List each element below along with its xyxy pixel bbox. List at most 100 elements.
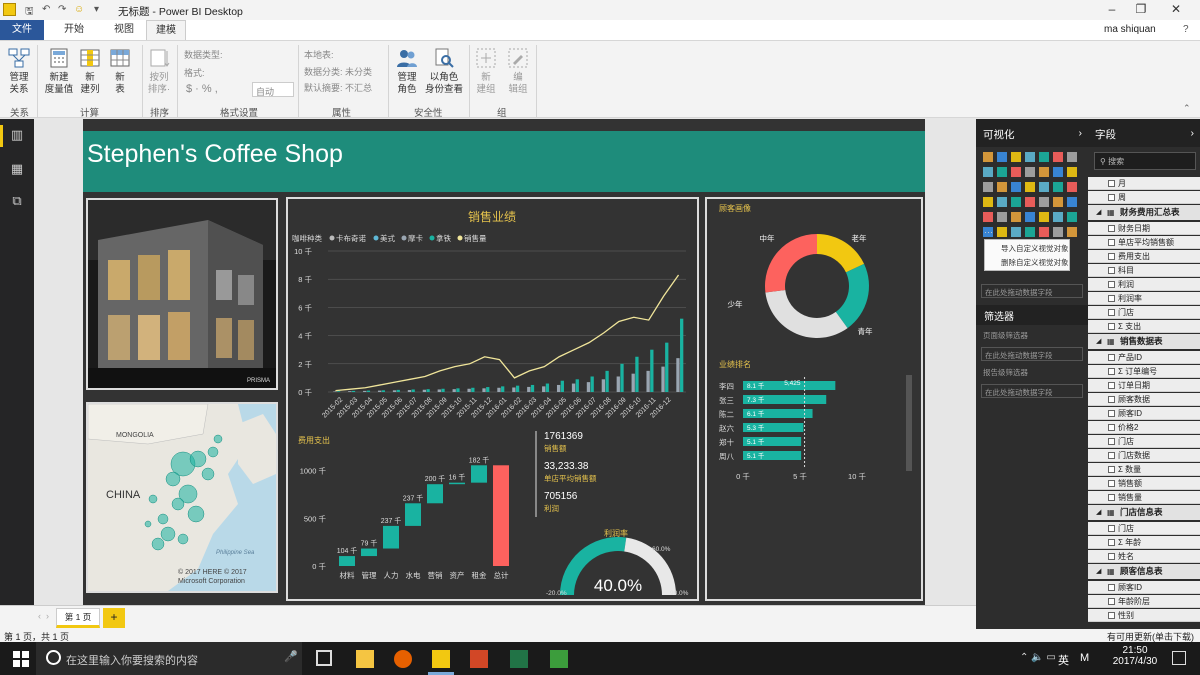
field-item-13[interactable]: Σ 订单编号 xyxy=(1088,365,1200,378)
relationships-view-icon[interactable]: ⧉ xyxy=(8,193,26,209)
data-category-label[interactable]: 数据分类: 未分类 xyxy=(304,65,372,78)
viz-type-icon[interactable] xyxy=(1011,182,1021,192)
viz-type-icon[interactable] xyxy=(1039,197,1049,207)
viz-type-icon[interactable] xyxy=(1025,152,1035,162)
powerpoint-icon[interactable] xyxy=(470,650,488,668)
green-app-icon[interactable] xyxy=(550,650,568,668)
viz-type-icon[interactable] xyxy=(1067,152,1077,162)
sales-panel[interactable]: 销售业绩 咖啡种类 卡布奇诺 美式 摩卡 拿铁 销售量 0 千 2 千 4 千 6 千 8 千 10 千… xyxy=(286,197,699,601)
viz-type-icon[interactable] xyxy=(1011,212,1021,222)
field-table-23[interactable]: ◢ ▦ 门店信息表 xyxy=(1088,505,1200,520)
new-column-button[interactable]: 新建列 xyxy=(78,47,102,96)
fields-pane-header[interactable]: 字段 › xyxy=(1088,119,1200,147)
decimal-auto-field[interactable]: 自动 xyxy=(252,82,294,97)
field-item-12[interactable]: 产品ID xyxy=(1088,351,1200,364)
viz-type-icon[interactable] xyxy=(1011,167,1021,177)
field-item-24[interactable]: 门店 xyxy=(1088,522,1200,535)
field-item-16[interactable]: 顾客ID xyxy=(1088,407,1200,420)
viz-type-icon[interactable] xyxy=(1067,197,1077,207)
viz-type-icon[interactable] xyxy=(997,197,1007,207)
prev-page-icon[interactable]: ‹ xyxy=(38,611,41,621)
sort-by-column-button[interactable]: 按列 排序· xyxy=(146,47,172,96)
field-item-18[interactable]: 门店 xyxy=(1088,435,1200,448)
viz-type-icon[interactable] xyxy=(997,152,1007,162)
field-item-21[interactable]: 销售额 xyxy=(1088,477,1200,490)
taskbar-search-box[interactable]: 在这里输入你要搜索的内容 🎤 xyxy=(36,642,302,675)
viz-type-icon[interactable] xyxy=(1039,212,1049,222)
tab-home[interactable]: 开始 xyxy=(54,20,94,40)
viz-type-icon[interactable] xyxy=(983,212,993,222)
field-table-2[interactable]: ◢ ▦ 财务费用汇总表 xyxy=(1088,205,1200,220)
edit-group-button[interactable]: 编辑组 xyxy=(506,47,530,96)
fields-search-input[interactable]: ⚲ 搜索 xyxy=(1094,152,1196,170)
report-view-icon[interactable]: ▥ xyxy=(8,127,26,143)
viz-type-icon[interactable] xyxy=(983,182,993,192)
save-icon[interactable]: 🖫 xyxy=(25,4,34,21)
field-item-10[interactable]: Σ 支出 xyxy=(1088,320,1200,333)
currency-percent-format[interactable]: $ · % , xyxy=(186,83,218,95)
viz-type-icon[interactable] xyxy=(997,182,1007,192)
viz-type-icon[interactable] xyxy=(997,212,1007,222)
field-item-29[interactable]: 年龄阶层 xyxy=(1088,595,1200,608)
field-table-11[interactable]: ◢ ▦ 销售数据表 xyxy=(1088,334,1200,349)
viz-type-icon[interactable] xyxy=(1025,167,1035,177)
field-item-15[interactable]: 顾客数据 xyxy=(1088,393,1200,406)
windows-start-icon[interactable] xyxy=(12,650,30,668)
default-summary-label[interactable]: 默认摘要: 不汇总 xyxy=(304,81,372,94)
format-label[interactable]: 格式: xyxy=(184,66,205,79)
viz-type-icon[interactable] xyxy=(1011,227,1021,237)
viz-type-icon[interactable] xyxy=(1025,212,1035,222)
action-center-icon[interactable] xyxy=(1172,651,1186,665)
viz-type-icon[interactable] xyxy=(1067,182,1077,192)
map-panel[interactable]: MONGOLIA CHINA Philippine Sea © 2017 HER… xyxy=(86,402,278,593)
viz-type-icon[interactable] xyxy=(983,152,993,162)
ime-icon[interactable]: M xyxy=(1080,652,1089,664)
viz-type-icon[interactable] xyxy=(1053,167,1063,177)
viz-pane-header[interactable]: 可视化 › xyxy=(976,119,1088,147)
field-item-9[interactable]: 门店 xyxy=(1088,306,1200,319)
field-item-7[interactable]: 利润 xyxy=(1088,278,1200,291)
viz-type-icon[interactable] xyxy=(1025,197,1035,207)
collapse-ribbon-icon[interactable]: ⌃ xyxy=(1183,103,1191,114)
field-item-3[interactable]: 财务日期 xyxy=(1088,222,1200,235)
excel-icon[interactable] xyxy=(510,650,528,668)
viz-type-icon[interactable] xyxy=(983,197,993,207)
field-item-28[interactable]: 顾客ID xyxy=(1088,581,1200,594)
customer-panel[interactable]: 顾客画像 中年 老年 青年 少年 业绩排名 李四 8.1 千张三 7.3 千陈二 6.1 千赵六 5… xyxy=(705,197,923,601)
viz-type-icon[interactable] xyxy=(1039,152,1049,162)
user-name[interactable]: ma shiquan xyxy=(1104,24,1156,35)
field-table-27[interactable]: ◢ ▦ 顾客信息表 xyxy=(1088,564,1200,579)
file-explorer-icon[interactable] xyxy=(356,650,374,668)
tab-file[interactable]: 文件 xyxy=(0,20,44,40)
close-icon[interactable]: ✕ xyxy=(1166,2,1186,16)
powerbi-app-icon[interactable] xyxy=(3,3,16,16)
values-drop-zone[interactable]: 在此处拖动数据字段 xyxy=(981,284,1083,298)
next-page-icon[interactable]: › xyxy=(46,611,49,621)
viz-type-icon[interactable] xyxy=(1067,227,1077,237)
more-visuals-icon[interactable]: ··· xyxy=(984,227,993,237)
task-view-icon[interactable] xyxy=(316,650,332,666)
viz-type-icon[interactable] xyxy=(1067,167,1077,177)
viz-type-icon[interactable] xyxy=(1039,227,1049,237)
field-item-25[interactable]: Σ 年龄 xyxy=(1088,536,1200,549)
viz-icon-grid[interactable] xyxy=(982,151,1086,247)
viz-type-icon[interactable] xyxy=(1039,167,1049,177)
page-tab-1[interactable]: 第 1 页 xyxy=(56,608,100,628)
new-table-button[interactable]: 新表 xyxy=(108,47,132,96)
viz-type-icon[interactable] xyxy=(1011,152,1021,162)
report-filters-drop[interactable]: 在此处拖动数据字段 xyxy=(981,384,1083,398)
tray-icons[interactable]: ⌃ 🔈 ▭ xyxy=(1020,652,1056,663)
field-item-19[interactable]: 门店数据 xyxy=(1088,449,1200,462)
field-item-17[interactable]: 价格2 xyxy=(1088,421,1200,434)
viz-type-icon[interactable] xyxy=(1053,227,1063,237)
field-item-14[interactable]: 订单日期 xyxy=(1088,379,1200,392)
viz-type-icon[interactable] xyxy=(1053,152,1063,162)
clock[interactable]: 21:50 2017/4/30 xyxy=(1110,645,1160,667)
field-item-5[interactable]: 费用支出 xyxy=(1088,250,1200,263)
viz-type-icon[interactable] xyxy=(997,167,1007,177)
data-type-label[interactable]: 数据类型: xyxy=(184,48,223,61)
home-table-label[interactable]: 本地表: xyxy=(304,48,334,61)
new-group-button[interactable]: 新建组 xyxy=(474,47,498,96)
field-item-8[interactable]: 利润率 xyxy=(1088,292,1200,305)
powerbi-taskbar-icon[interactable] xyxy=(432,650,450,668)
